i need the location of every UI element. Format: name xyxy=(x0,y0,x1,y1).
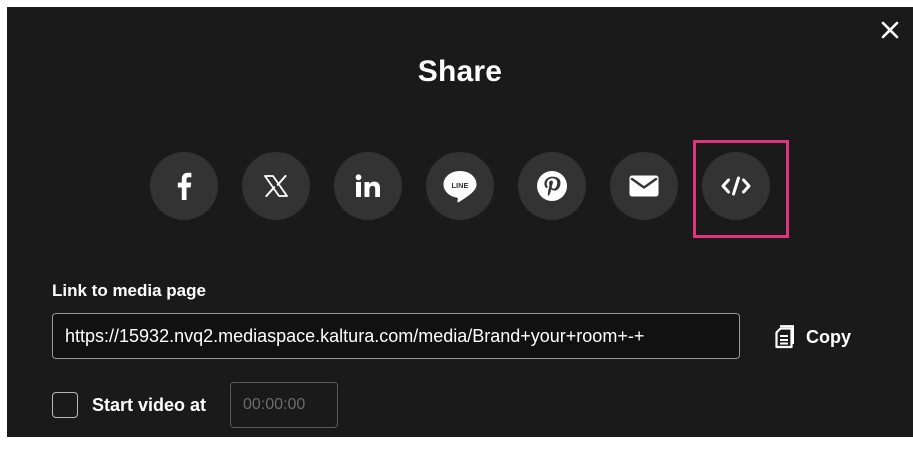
link-label: Link to media page xyxy=(52,281,206,300)
close-icon xyxy=(881,21,899,39)
start-video-row: Start video at xyxy=(52,382,339,428)
close-button[interactable] xyxy=(875,15,905,45)
x-share-button[interactable] xyxy=(242,152,310,220)
media-link-input[interactable] xyxy=(52,313,740,359)
copy-button[interactable]: Copy xyxy=(774,319,851,355)
start-time-input[interactable] xyxy=(230,382,339,428)
dialog-title: Share xyxy=(417,55,503,88)
facebook-icon xyxy=(177,172,192,200)
copy-label: Copy xyxy=(806,326,851,347)
embed-share-button[interactable] xyxy=(702,152,770,220)
facebook-share-button[interactable] xyxy=(150,152,218,220)
copy-icon xyxy=(775,325,794,349)
email-icon xyxy=(629,175,659,197)
line-icon: LINE xyxy=(443,171,477,203)
social-share-row: LINE xyxy=(150,152,770,220)
embed-icon xyxy=(721,176,751,196)
share-dialog: Share LINE Link to media page https://15… xyxy=(7,7,913,437)
x-icon xyxy=(264,175,288,197)
pinterest-icon xyxy=(537,171,567,201)
linkedin-icon xyxy=(355,174,380,197)
email-share-button[interactable] xyxy=(610,152,678,220)
start-video-checkbox[interactable] xyxy=(52,392,78,418)
line-share-button[interactable]: LINE xyxy=(426,152,494,220)
pinterest-share-button[interactable] xyxy=(518,152,586,220)
start-video-label: Start video at xyxy=(92,394,207,415)
svg-text:LINE: LINE xyxy=(451,181,468,190)
linkedin-share-button[interactable] xyxy=(334,152,402,220)
